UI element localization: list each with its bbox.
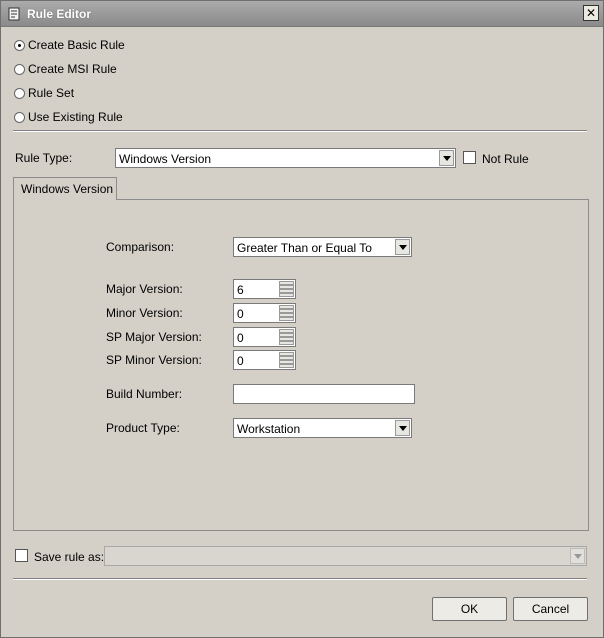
radio-button-icon[interactable] xyxy=(14,63,25,75)
not-rule-checkbox[interactable] xyxy=(463,151,476,164)
rule-editor-window: Rule Editor ✕ Create Basic Rule Create M… xyxy=(0,0,604,638)
product-type-label: Product Type: xyxy=(106,421,180,435)
spin-up-icon[interactable] xyxy=(279,329,294,337)
product-type-select[interactable]: Workstation xyxy=(233,418,412,438)
save-rule-checkbox[interactable] xyxy=(15,549,28,562)
cancel-button-label: Cancel xyxy=(531,602,570,616)
sp-minor-version-stepper[interactable]: 0 xyxy=(233,350,296,370)
rule-type-select[interactable]: Windows Version xyxy=(115,148,456,168)
rule-editor-app-icon xyxy=(8,7,20,21)
chevron-down-icon[interactable] xyxy=(570,548,585,564)
major-version-label: Major Version: xyxy=(106,282,183,296)
sp-minor-version-value: 0 xyxy=(237,354,244,368)
sp-major-version-value: 0 xyxy=(237,331,244,345)
comparison-value: Greater Than or Equal To xyxy=(237,241,372,255)
product-type-value: Workstation xyxy=(237,422,301,436)
spin-down-icon[interactable] xyxy=(279,289,294,297)
save-rule-label: Save rule as: xyxy=(34,550,105,564)
rule-type-value: Windows Version xyxy=(119,152,212,166)
chevron-down-icon[interactable] xyxy=(395,239,410,255)
tab-windows-version[interactable]: Windows Version xyxy=(13,177,117,200)
tab-label: Windows Version xyxy=(21,182,114,196)
radio-create-msi-rule[interactable]: Create MSI Rule xyxy=(14,61,117,77)
save-rule-name-select[interactable] xyxy=(104,546,587,566)
spin-down-icon[interactable] xyxy=(279,337,294,345)
spin-up-icon[interactable] xyxy=(279,281,294,289)
comparison-label: Comparison: xyxy=(106,240,175,254)
rule-type-label: Rule Type: xyxy=(15,151,73,165)
cancel-button[interactable]: Cancel xyxy=(513,597,588,621)
minor-version-label: Minor Version: xyxy=(106,306,183,320)
window-title: Rule Editor xyxy=(27,7,92,21)
radio-create-basic-rule[interactable]: Create Basic Rule xyxy=(14,37,125,53)
radio-button-icon[interactable] xyxy=(14,111,25,123)
sp-major-version-stepper[interactable]: 0 xyxy=(233,327,296,347)
build-number-input[interactable] xyxy=(233,384,415,404)
separator xyxy=(13,578,587,580)
radio-button-icon[interactable] xyxy=(14,39,25,51)
ok-button-label: OK xyxy=(460,602,479,616)
spin-down-icon[interactable] xyxy=(279,313,294,321)
major-version-value: 6 xyxy=(237,283,244,297)
radio-label: Create MSI Rule xyxy=(28,62,117,76)
separator xyxy=(13,130,587,132)
spin-down-icon[interactable] xyxy=(279,360,294,368)
radio-rule-set[interactable]: Rule Set xyxy=(14,85,74,101)
radio-label: Create Basic Rule xyxy=(28,38,125,52)
comparison-select[interactable]: Greater Than or Equal To xyxy=(233,237,412,257)
sp-minor-version-label: SP Minor Version: xyxy=(106,353,202,367)
spin-up-icon[interactable] xyxy=(279,352,294,360)
chevron-down-icon[interactable] xyxy=(395,420,410,436)
ok-button[interactable]: OK xyxy=(432,597,507,621)
major-version-stepper[interactable]: 6 xyxy=(233,279,296,299)
close-button[interactable]: ✕ xyxy=(583,5,599,21)
title-bar[interactable]: Rule Editor ✕ xyxy=(1,1,603,27)
radio-label: Use Existing Rule xyxy=(28,110,123,124)
radio-use-existing-rule[interactable]: Use Existing Rule xyxy=(14,109,123,125)
sp-major-version-label: SP Major Version: xyxy=(106,330,202,344)
spin-up-icon[interactable] xyxy=(279,305,294,313)
chevron-down-icon[interactable] xyxy=(439,150,454,166)
radio-button-icon[interactable] xyxy=(14,87,25,99)
minor-version-stepper[interactable]: 0 xyxy=(233,303,296,323)
minor-version-value: 0 xyxy=(237,307,244,321)
radio-label: Rule Set xyxy=(28,86,75,100)
close-icon: ✕ xyxy=(585,6,597,20)
not-rule-label: Not Rule xyxy=(482,152,529,166)
build-number-label: Build Number: xyxy=(106,387,183,401)
